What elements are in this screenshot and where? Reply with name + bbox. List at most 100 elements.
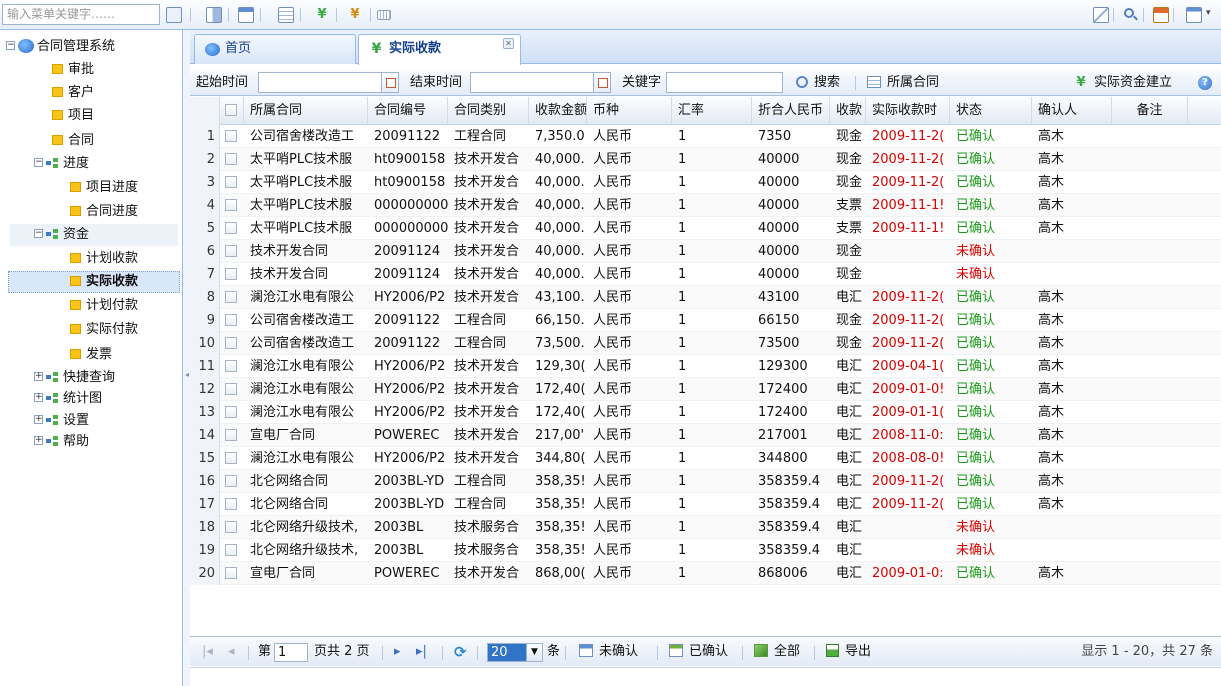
collapse-icon[interactable]: −: [6, 41, 15, 50]
table-row[interactable]: 3 太平哨PLC技术服 ht0900158 技术开发合 40,000. 人民币 1 40000…: [190, 171, 1221, 194]
export-button[interactable]: 导出: [826, 637, 871, 667]
keyword-input[interactable]: [666, 72, 783, 93]
table-row[interactable]: 15 澜沧江水电有限公 HY2006/P2 技术开发合 344,80(人民币 1 34480…: [190, 447, 1221, 470]
contract-filter-button[interactable]: 所属合同: [867, 70, 939, 96]
row-checkbox[interactable]: [220, 493, 244, 516]
row-checkbox[interactable]: [220, 562, 244, 585]
filter-unconfirmed-button[interactable]: 未确认: [579, 637, 638, 667]
tree-item-project-progress[interactable]: 项目进度: [70, 177, 138, 199]
col-receipt-time[interactable]: 实际收款时: [866, 97, 950, 125]
panel-splitter[interactable]: ◂: [183, 30, 190, 686]
tree-item-settings[interactable]: + 设置: [34, 410, 89, 432]
filter-confirmed-button[interactable]: 已确认: [669, 637, 728, 667]
row-checkbox[interactable]: [220, 424, 244, 447]
calendar-icon[interactable]: [594, 72, 611, 93]
col-confirmer[interactable]: 确认人: [1032, 97, 1112, 125]
row-checkbox[interactable]: [220, 240, 244, 263]
row-checkbox[interactable]: [220, 217, 244, 240]
row-checkbox[interactable]: [220, 401, 244, 424]
table-row[interactable]: 17 北仑网络合同 2003BL-YD 工程合同 358,35! 人民币 1 358359.4…: [190, 493, 1221, 516]
table-row[interactable]: 20 宣电厂合同 POWEREC 技术开发合 868,00(人民币 1 868006 电汇 20…: [190, 562, 1221, 585]
tree-item-approval[interactable]: 审批: [52, 59, 94, 81]
tab-home[interactable]: 首页: [194, 34, 356, 64]
page-size-select[interactable]: 20: [487, 643, 527, 662]
table-row[interactable]: 18 北仑网络升级技术, 2003BL 技术服务合 358,35! 人民币 1 358359.…: [190, 516, 1221, 539]
tree-item-planned-receipt[interactable]: 计划收款: [70, 248, 138, 270]
tree-item-help[interactable]: + 帮助: [34, 431, 89, 453]
refresh-icon[interactable]: ⟳: [454, 637, 467, 667]
tree-item-actual-receipt[interactable]: 实际收款: [8, 271, 180, 293]
table-row[interactable]: 16 北仑网络合同 2003BL-YD 工程合同 358,35! 人民币 1 358359.4…: [190, 470, 1221, 493]
tree-item-progress[interactable]: − 进度: [34, 153, 89, 175]
table-row[interactable]: 12 澜沧江水电有限公 HY2006/P2 技术开发合 172,40(人民币 1 17240…: [190, 378, 1221, 401]
tree-item-actual-payment[interactable]: 实际付款: [70, 319, 138, 341]
tree-item-contract-progress[interactable]: 合同进度: [70, 201, 138, 223]
tree-item-planned-payment[interactable]: 计划付款: [70, 295, 138, 317]
row-checkbox[interactable]: [220, 263, 244, 286]
expand-icon[interactable]: +: [34, 393, 43, 402]
fullscreen-icon[interactable]: [166, 7, 182, 23]
row-checkbox[interactable]: [220, 539, 244, 562]
chevron-down-icon[interactable]: ▼: [527, 643, 543, 662]
col-amount[interactable]: 收款金额: [529, 97, 587, 125]
start-time-input[interactable]: [258, 72, 382, 93]
col-currency[interactable]: 币种: [587, 97, 672, 125]
row-checkbox[interactable]: [220, 378, 244, 401]
filter-all-button[interactable]: 全部: [754, 637, 800, 667]
chevron-down-icon[interactable]: ▾: [1206, 8, 1211, 18]
menu-search-input[interactable]: 输入菜单关键字……: [2, 4, 160, 25]
table-icon[interactable]: [278, 7, 294, 23]
calendar-icon[interactable]: [382, 72, 399, 93]
mail-icon[interactable]: [1093, 7, 1109, 23]
table-row[interactable]: 2 太平哨PLC技术服 ht0900158 技术开发合 40,000. 人民币 1 40000…: [190, 148, 1221, 171]
col-rmb-equivalent[interactable]: 折合人民币: [752, 97, 830, 125]
help-icon[interactable]: ?: [1198, 76, 1212, 90]
search-icon[interactable]: [1123, 7, 1139, 23]
col-rate[interactable]: 汇率: [672, 97, 752, 125]
col-status[interactable]: 状态: [950, 97, 1032, 125]
list-icon[interactable]: [206, 7, 222, 23]
previous-page-icon[interactable]: ◂: [228, 637, 235, 667]
tree-item-quick-query[interactable]: + 快捷查询: [34, 367, 115, 389]
table-row[interactable]: 5 太平哨PLC技术服 000000000(技术开发合 40,000. 人民币 1 4000…: [190, 217, 1221, 240]
col-contract[interactable]: 所属合同: [244, 97, 368, 125]
last-page-icon[interactable]: ▸|: [416, 637, 427, 667]
expand-icon[interactable]: +: [34, 415, 43, 424]
window-icon[interactable]: [1186, 7, 1202, 23]
col-remark[interactable]: 备注: [1112, 97, 1188, 125]
row-checkbox[interactable]: [220, 148, 244, 171]
collapse-arrow-icon[interactable]: ◂: [185, 370, 189, 379]
table-row[interactable]: 14 宣电厂合同 POWEREC 技术开发合 217,00' 人民币 1 217001 电汇 20…: [190, 424, 1221, 447]
yen-icon[interactable]: ¥: [347, 7, 363, 23]
next-page-icon[interactable]: ▸: [394, 637, 401, 667]
create-fund-button[interactable]: ¥ 实际资金建立: [1074, 70, 1172, 96]
select-all-checkbox[interactable]: [220, 97, 244, 125]
table-row[interactable]: 19 北仑网络升级技术, 2003BL 技术服务合 358,35! 人民币 1 358359.…: [190, 539, 1221, 562]
close-icon[interactable]: ✕: [503, 38, 514, 49]
table-row[interactable]: 10 公司宿舍楼改造工 20091122 工程合同 73,500. 人民币 1 73500 现金…: [190, 332, 1221, 355]
collapse-icon[interactable]: −: [34, 229, 43, 238]
table-row[interactable]: 8 澜沧江水电有限公 HY2006/P2 技术开发合 43,100. 人民币 1 43100 电…: [190, 286, 1221, 309]
table-row[interactable]: 6 技术开发合同 20091124 技术开发合 40,000. 人民币 1 40000 现金 未确…: [190, 240, 1221, 263]
row-checkbox[interactable]: [220, 309, 244, 332]
expand-icon[interactable]: +: [34, 436, 43, 445]
tree-item-contract[interactable]: 合同: [52, 130, 94, 152]
row-checkbox[interactable]: [220, 286, 244, 309]
tree-item-customer[interactable]: 客户: [52, 82, 94, 104]
col-contract-type[interactable]: 合同类别: [448, 97, 529, 125]
table-row[interactable]: 1 公司宿舍楼改造工 20091122 工程合同 7,350.0 人民币 1 7350 现金 20…: [190, 125, 1221, 148]
row-checkbox[interactable]: [220, 516, 244, 539]
end-time-input[interactable]: [470, 72, 594, 93]
table-row[interactable]: 4 太平哨PLC技术服 000000000(技术开发合 40,000. 人民币 1 4000…: [190, 194, 1221, 217]
row-checkbox[interactable]: [220, 447, 244, 470]
layout-icon[interactable]: [238, 7, 254, 23]
col-receipt-method[interactable]: 收款: [830, 97, 866, 125]
tab-actual-receipt[interactable]: ¥ 实际收款 ✕: [358, 34, 521, 65]
keyboard-icon[interactable]: [377, 10, 391, 20]
table-row[interactable]: 13 澜沧江水电有限公 HY2006/P2 技术开发合 172,40(人民币 1 17240…: [190, 401, 1221, 424]
expand-icon[interactable]: +: [34, 372, 43, 381]
col-contract-number[interactable]: 合同编号: [368, 97, 448, 125]
table-row[interactable]: 11 澜沧江水电有限公 HY2006/P2 技术开发合 129,30(人民币 1 12930…: [190, 355, 1221, 378]
table-row[interactable]: 7 技术开发合同 20091124 技术开发合 40,000. 人民币 1 40000 现金 未确…: [190, 263, 1221, 286]
tree-item-invoice[interactable]: 发票: [70, 344, 112, 366]
